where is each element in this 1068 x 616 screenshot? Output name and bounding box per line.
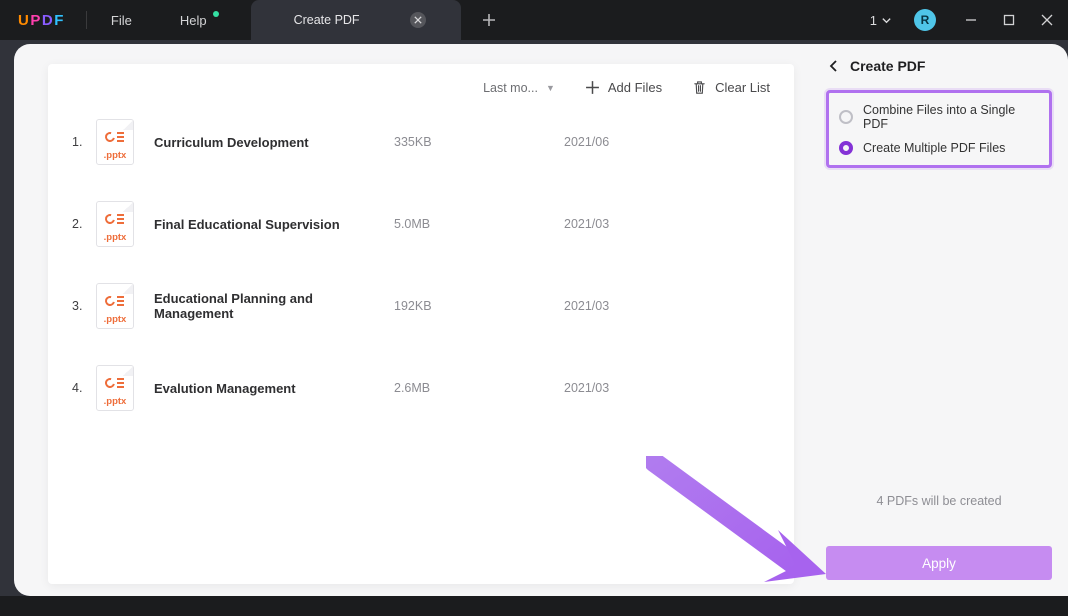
- new-tab-button[interactable]: [479, 10, 499, 30]
- row-index: 2.: [72, 217, 96, 231]
- content-area: Last mo... ▼ Add Files Clear List 1.: [14, 44, 810, 596]
- sort-dropdown[interactable]: Last mo... ▼: [483, 81, 555, 95]
- sort-label: Last mo...: [483, 81, 538, 95]
- menu-help-label: Help: [180, 13, 207, 28]
- menu-help[interactable]: Help: [178, 9, 221, 32]
- tab-title: Create PDF: [294, 13, 360, 27]
- menu-file[interactable]: File: [109, 9, 134, 32]
- option-multiple-label: Create Multiple PDF Files: [863, 141, 1005, 155]
- app-logo: U P D F: [18, 12, 64, 29]
- file-date: 2021/03: [564, 299, 609, 313]
- clear-list-button[interactable]: Clear List: [692, 80, 770, 95]
- file-thumbnail: .pptx: [96, 119, 134, 165]
- divider: [86, 11, 87, 29]
- status-text: 4 PDFs will be created: [876, 494, 1001, 508]
- file-date: 2021/06: [564, 135, 609, 149]
- close-icon: [1041, 14, 1053, 26]
- file-row[interactable]: 2. .pptx Final Educational Supervision 5…: [68, 183, 774, 265]
- workspace: Last mo... ▼ Add Files Clear List 1.: [0, 40, 1068, 596]
- file-thumbnail: .pptx: [96, 201, 134, 247]
- file-name: Evalution Management: [154, 381, 394, 396]
- options-highlight-box: Combine Files into a Single PDF Create M…: [826, 90, 1052, 168]
- side-panel: Create PDF Combine Files into a Single P…: [810, 44, 1068, 596]
- tab-create-pdf[interactable]: Create PDF: [251, 0, 461, 40]
- titlebar-right: 1 R: [870, 9, 1068, 31]
- file-thumbnail: .pptx: [96, 365, 134, 411]
- file-size: 192KB: [394, 299, 564, 313]
- window-controls: [964, 13, 1054, 27]
- chevron-left-icon: [828, 60, 840, 72]
- pptx-icon: [105, 212, 125, 226]
- option-combine[interactable]: Combine Files into a Single PDF: [839, 103, 1039, 131]
- list-toolbar: Last mo... ▼ Add Files Clear List: [68, 78, 774, 101]
- avatar[interactable]: R: [914, 9, 936, 31]
- file-row[interactable]: 4. .pptx Evalution Management 2.6MB 2021…: [68, 347, 774, 429]
- file-name: Final Educational Supervision: [154, 217, 394, 232]
- row-index: 4.: [72, 381, 96, 395]
- notifications-button[interactable]: 1: [870, 13, 892, 28]
- titlebar: U P D F File Help Create PDF 1 R: [0, 0, 1068, 40]
- file-ext: .pptx: [104, 314, 127, 325]
- maximize-icon: [1003, 14, 1015, 26]
- minimize-icon: [965, 14, 977, 26]
- file-date: 2021/03: [564, 381, 609, 395]
- file-size: 2.6MB: [394, 381, 564, 395]
- close-window-button[interactable]: [1040, 13, 1054, 27]
- file-row[interactable]: 1. .pptx Curriculum Development 335KB 20…: [68, 101, 774, 183]
- radio-unchecked-icon: [839, 110, 853, 124]
- update-dot-icon: [213, 11, 219, 17]
- close-icon: [414, 16, 422, 24]
- pptx-icon: [105, 294, 125, 308]
- file-date: 2021/03: [564, 217, 609, 231]
- dropdown-triangle-icon: ▼: [546, 83, 555, 93]
- add-files-button[interactable]: Add Files: [585, 80, 662, 95]
- maximize-button[interactable]: [1002, 13, 1016, 27]
- side-panel-footer: 4 PDFs will be created Apply: [826, 494, 1052, 580]
- apply-button[interactable]: Apply: [826, 546, 1052, 580]
- clear-list-label: Clear List: [715, 80, 770, 95]
- file-panel: Last mo... ▼ Add Files Clear List 1.: [14, 44, 810, 596]
- file-ext: .pptx: [104, 232, 127, 243]
- row-index: 3.: [72, 299, 96, 313]
- radio-checked-icon: [839, 141, 853, 155]
- plus-icon: [585, 80, 600, 95]
- notif-count: 1: [870, 13, 877, 28]
- file-size: 335KB: [394, 135, 564, 149]
- row-index: 1.: [72, 135, 96, 149]
- pptx-icon: [105, 130, 125, 144]
- side-panel-title: Create PDF: [850, 58, 925, 74]
- file-size: 5.0MB: [394, 217, 564, 231]
- side-panel-back[interactable]: Create PDF: [826, 58, 1052, 74]
- file-thumbnail: .pptx: [96, 283, 134, 329]
- file-ext: .pptx: [104, 150, 127, 161]
- minimize-button[interactable]: [964, 13, 978, 27]
- add-files-label: Add Files: [608, 80, 662, 95]
- file-name: Educational Planning and Management: [154, 291, 394, 321]
- option-combine-label: Combine Files into a Single PDF: [863, 103, 1039, 131]
- file-ext: .pptx: [104, 396, 127, 407]
- file-list-card: Last mo... ▼ Add Files Clear List 1.: [48, 64, 794, 584]
- option-multiple[interactable]: Create Multiple PDF Files: [839, 141, 1039, 155]
- file-name: Curriculum Development: [154, 135, 394, 150]
- pptx-icon: [105, 376, 125, 390]
- trash-icon: [692, 80, 707, 95]
- file-row[interactable]: 3. .pptx Educational Planning and Manage…: [68, 265, 774, 347]
- plus-icon: [482, 13, 496, 27]
- tab-close-button[interactable]: [410, 12, 426, 28]
- chevron-down-icon: [881, 15, 892, 26]
